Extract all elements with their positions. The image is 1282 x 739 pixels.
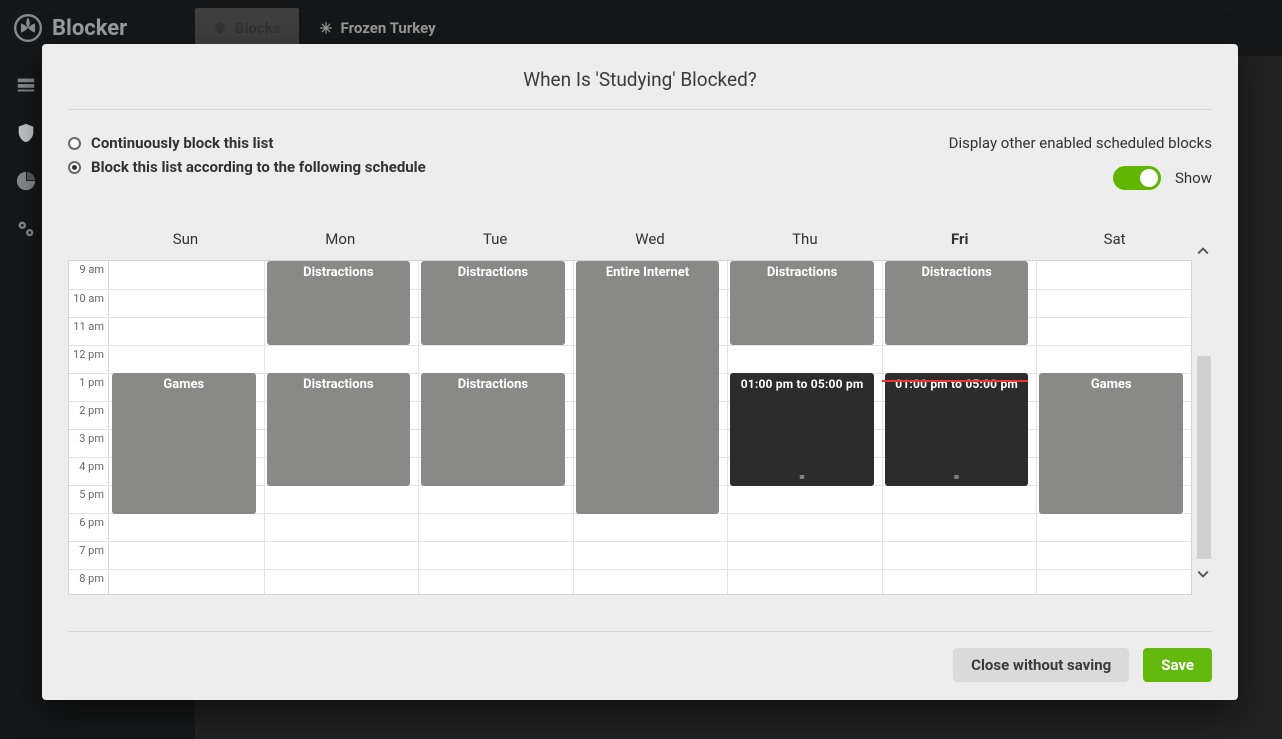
tab-label: Blocks <box>235 19 281 37</box>
tab-label: Frozen Turkey <box>341 19 436 37</box>
brand: Blocker <box>0 14 195 42</box>
resize-handle-icon[interactable]: = <box>954 473 960 483</box>
current-time-indicator <box>882 380 1029 382</box>
event-block[interactable]: Entire Internet <box>576 261 720 514</box>
hour-label: 7 pm <box>69 542 109 569</box>
day-header-sun: Sun <box>108 230 263 260</box>
hour-label: 11 am <box>69 318 109 345</box>
event-block[interactable]: Distractions <box>421 373 565 486</box>
hour-label: 5 pm <box>69 486 109 513</box>
radio-icon <box>68 161 81 174</box>
event-block[interactable]: Games <box>1039 373 1183 514</box>
event-title: Entire Internet <box>606 265 689 280</box>
event-title: Games <box>1091 377 1132 392</box>
button-label: Save <box>1161 656 1194 674</box>
sidebar-item-stats[interactable] <box>15 170 37 196</box>
radio-label: Block this list according to the followi… <box>91 158 426 176</box>
save-button[interactable]: Save <box>1143 648 1212 682</box>
modal-options-row: Continuously block this list Block this … <box>68 134 1212 190</box>
block-mode-radio-group: Continuously block this list Block this … <box>68 134 426 190</box>
sidebar-item-settings[interactable] <box>15 218 37 244</box>
event-block-studying[interactable]: 01:00 pm to 05:00 pm = <box>730 373 874 486</box>
event-block[interactable]: Distractions <box>267 373 411 486</box>
button-label: Close without saving <box>971 656 1111 674</box>
day-header-fri: Fri <box>882 230 1037 260</box>
day-header-sat: Sat <box>1037 230 1192 260</box>
tab-frozen-turkey[interactable]: Frozen Turkey <box>301 8 454 48</box>
hour-label: 3 pm <box>69 430 109 457</box>
day-header-mon: Mon <box>263 230 418 260</box>
event-title: Distractions <box>303 377 373 392</box>
sidebar-item-dashboard[interactable] <box>15 74 37 100</box>
hour-label: 12 pm <box>69 346 109 373</box>
top-nav: Blocks Frozen Turkey <box>195 8 454 48</box>
display-other-label: Display other enabled scheduled blocks <box>949 134 1212 152</box>
scrollbar-track[interactable] <box>1197 356 1211 559</box>
chevron-down-icon <box>1197 568 1209 580</box>
radio-label: Continuously block this list <box>91 134 273 152</box>
shield-icon <box>15 122 37 144</box>
day-header-thu: Thu <box>727 230 882 260</box>
hour-label: 8 pm <box>69 570 109 595</box>
radio-schedule[interactable]: Block this list according to the followi… <box>68 158 426 176</box>
hour-label: 4 pm <box>69 458 109 485</box>
calendar-day-header: Sun Mon Tue Wed Thu Fri Sat <box>68 230 1212 260</box>
day-header-wed: Wed <box>573 230 728 260</box>
hour-label: 10 am <box>69 290 109 317</box>
pie-chart-icon <box>15 170 37 192</box>
event-block[interactable]: Distractions <box>885 261 1029 345</box>
toggle-label: Show <box>1175 169 1212 187</box>
event-block[interactable]: Distractions <box>421 261 565 345</box>
hour-label: 9 am <box>69 261 109 289</box>
divider <box>68 109 1212 110</box>
event-title: Distractions <box>921 265 991 280</box>
resize-handle-icon[interactable]: = <box>799 473 805 483</box>
modal-footer: Close without saving Save <box>68 631 1212 682</box>
scroll-down-button[interactable] <box>1194 565 1212 583</box>
hour-label: 6 pm <box>69 514 109 541</box>
calendar-body[interactable]: 9 am 10 am 11 am 12 pm 1 pm 2 pm 3 pm 4 … <box>68 260 1192 595</box>
schedule-modal: When Is 'Studying' Blocked? Continuously… <box>42 44 1238 700</box>
radio-continuous[interactable]: Continuously block this list <box>68 134 426 152</box>
brand-name: Blocker <box>52 16 127 41</box>
event-title: Distractions <box>303 265 373 280</box>
tab-blocks[interactable]: Blocks <box>195 8 299 48</box>
shield-icon <box>213 21 227 35</box>
events-layer: Games Distractions Distractions Distract… <box>109 261 1191 594</box>
event-title: Distractions <box>767 265 837 280</box>
event-title: Distractions <box>458 377 528 392</box>
event-title: Distractions <box>458 265 528 280</box>
event-block[interactable]: Distractions <box>730 261 874 345</box>
event-block[interactable]: Games <box>112 373 256 514</box>
modal-title: When Is 'Studying' Blocked? <box>68 68 1212 91</box>
chevron-up-icon <box>1197 245 1209 257</box>
display-other-blocks: Display other enabled scheduled blocks S… <box>949 134 1212 190</box>
gears-icon <box>15 218 37 240</box>
layers-icon <box>15 74 37 96</box>
hour-label: 2 pm <box>69 402 109 429</box>
hour-label: 1 pm <box>69 374 109 401</box>
radio-icon <box>68 137 81 150</box>
snowflake-icon <box>319 21 333 35</box>
close-without-saving-button[interactable]: Close without saving <box>953 648 1129 682</box>
event-block[interactable]: Distractions <box>267 261 411 345</box>
scroll-up-button[interactable] <box>1194 242 1212 260</box>
show-other-toggle[interactable] <box>1113 166 1161 190</box>
sidebar-item-blocks[interactable] <box>15 122 37 148</box>
calendar: Sun Mon Tue Wed Thu Fri Sat 9 am 10 am 1… <box>68 230 1212 595</box>
event-block-studying[interactable]: 01:00 pm to 05:00 pm = <box>885 373 1029 486</box>
event-title: Games <box>163 377 204 392</box>
event-title: 01:00 pm to 05:00 pm <box>741 377 864 391</box>
brand-logo-icon <box>14 14 42 42</box>
day-header-tue: Tue <box>418 230 573 260</box>
